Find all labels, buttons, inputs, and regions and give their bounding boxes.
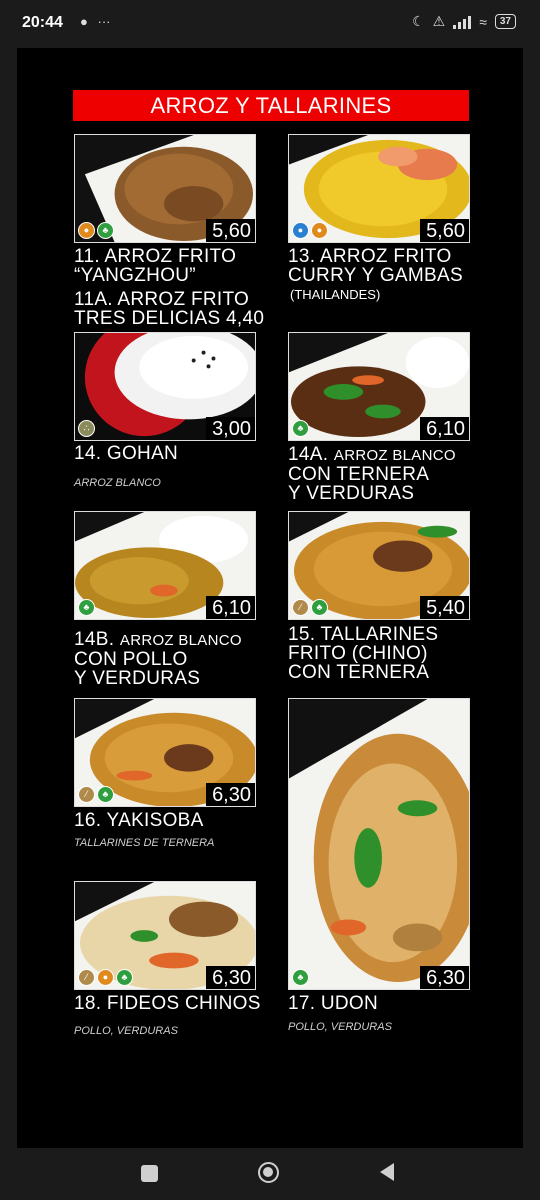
back-button[interactable] [380,1163,394,1181]
allergen-badges: ∴ [78,420,95,437]
section-title-banner: ARROZ Y TALLARINES [73,90,469,121]
title-line: CON TERNERA [288,464,430,485]
item-image-16[interactable]: ⁄ ♣ 6,30 [74,698,256,807]
title-line: CON POLLO [74,649,188,670]
item-subtitle-14: ARROZ BLANCO [74,477,161,489]
egg-icon: ● [97,969,114,986]
item-image-11[interactable]: ● ♣ 5,60 [74,134,256,243]
item-image-17[interactable]: ♣ 6,30 [288,698,470,990]
item-image-14[interactable]: ∴ 3,00 [74,332,256,441]
item-title-14b: 14B. ARROZ BLANCO CON POLLO Y VERDURAS [74,630,242,688]
vegetable-icon: ♣ [97,786,114,803]
title-small: ARROZ BLANCO [119,632,242,649]
title-prefix: 14B. [74,629,115,650]
vegetable-icon: ♣ [311,599,328,616]
item-image-14b[interactable]: ♣ 6,10 [74,511,256,620]
item-image-14a[interactable]: ♣ 6,10 [288,332,470,441]
title-line: 14A. ARROZ BLANCO [288,445,456,465]
home-button[interactable] [258,1162,279,1183]
vegetable-icon: ♣ [78,599,95,616]
gluten-icon: ⁄ [78,969,95,986]
item-subtitle-17: POLLO, VERDURAS [288,1021,392,1033]
title-line: 11. ARROZ FRITO [74,246,237,267]
status-right-icons: ☾ ⚠ ≈ 37 [412,13,516,30]
allergen-badges: ⁄ ● ♣ [78,969,133,986]
price: 6,30 [420,966,469,989]
status-left-icons: ● ··· [74,14,110,29]
title-prefix: 14A. [288,444,329,465]
navigation-bar [0,1148,540,1200]
title-line: 14B. ARROZ BLANCO [74,630,242,650]
item-subtitle-18: POLLO, VERDURAS [74,1025,178,1037]
price: 5,60 [420,219,469,242]
price: 3,00 [206,417,255,440]
bell-off-icon: ⚠ [432,13,446,29]
sesame-icon: ∴ [78,420,95,437]
title-line: 11A. ARROZ FRITO [74,289,250,310]
title-line: “YANGZHOU” [74,265,196,286]
item-title-15: 15. TALLARINES FRITO (CHINO) CON TERNERA [288,625,438,682]
allergen-badges: ⁄ ♣ [292,599,328,616]
allergen-badges: ● ● [292,222,328,239]
title-line: CON TERNERA [288,662,430,683]
gluten-icon: ⁄ [78,786,95,803]
item-subtitle-16: TALLARINES DE TERNERA [74,837,215,849]
item-subtitle-13: (THAILANDES) [290,287,381,302]
price: 6,10 [420,417,469,440]
chat-bubble-icon: ● [80,14,88,29]
item-title-14a: 14A. ARROZ BLANCO CON TERNERA Y VERDURAS [288,445,456,503]
price: 6,30 [206,783,255,806]
item-title-18: 18. FIDEOS CHINOS [74,993,261,1014]
allergen-badges: ♣ [292,969,309,986]
item-title-14: 14. GOHAN [74,443,179,464]
status-time: 20:44 [22,14,63,31]
item-title-17: 17. UDON [288,993,379,1014]
vegetable-icon: ♣ [292,969,309,986]
signal-icon [453,15,472,29]
title-line: TRES DELICIAS 4,40 [74,308,265,329]
item-title-13: 13. ARROZ FRITO CURRY Y GAMBAS [288,247,463,285]
menu-page[interactable]: ARROZ Y TALLARINES ● ♣ 5,60 11. ARROZ FR… [17,48,523,1148]
battery-icon: 37 [494,14,516,29]
vegetable-icon: ♣ [97,222,114,239]
item-image-13[interactable]: ● ● 5,60 [288,134,470,243]
price: 5,60 [206,219,255,242]
item-title-16: 16. YAKISOBA [74,810,204,831]
allergen-badges: ♣ [78,599,95,616]
recents-button[interactable] [141,1165,158,1182]
allergen-badges: ♣ [292,420,309,437]
allergen-badges: ● ♣ [78,222,114,239]
title-line: Y VERDURAS [74,668,201,689]
item-title-11: 11. ARROZ FRITO “YANGZHOU” [74,247,236,285]
title-line: CURRY Y GAMBAS [288,265,463,286]
price: 5,40 [420,596,469,619]
status-bar: 20:44 ● ··· ☾ ⚠ ≈ 37 [0,0,540,48]
egg-icon: ● [78,222,95,239]
title-small: ARROZ BLANCO [333,447,456,464]
vegetable-icon: ♣ [116,969,133,986]
vegetable-icon: ♣ [292,420,309,437]
more-dots-icon: ··· [97,14,111,29]
wifi-icon: ≈ [479,13,487,30]
item-image-18[interactable]: ⁄ ● ♣ 6,30 [74,881,256,990]
title-line: 13. ARROZ FRITO [288,246,452,267]
gluten-icon: ⁄ [292,599,309,616]
allergen-badges: ⁄ ♣ [78,786,114,803]
item-image-15[interactable]: ⁄ ♣ 5,40 [288,511,470,620]
seafood-icon: ● [292,222,309,239]
title-line: Y VERDURAS [288,483,415,504]
moon-icon: ☾ [412,13,425,29]
item-title-11a: 11A. ARROZ FRITO TRES DELICIAS 4,40 [74,290,264,328]
title-line: 15. TALLARINES [288,624,439,645]
udon-image [289,699,469,989]
title-line: FRITO (CHINO) [288,643,428,664]
price: 6,30 [206,966,255,989]
price: 6,10 [206,596,255,619]
egg-icon: ● [311,222,328,239]
